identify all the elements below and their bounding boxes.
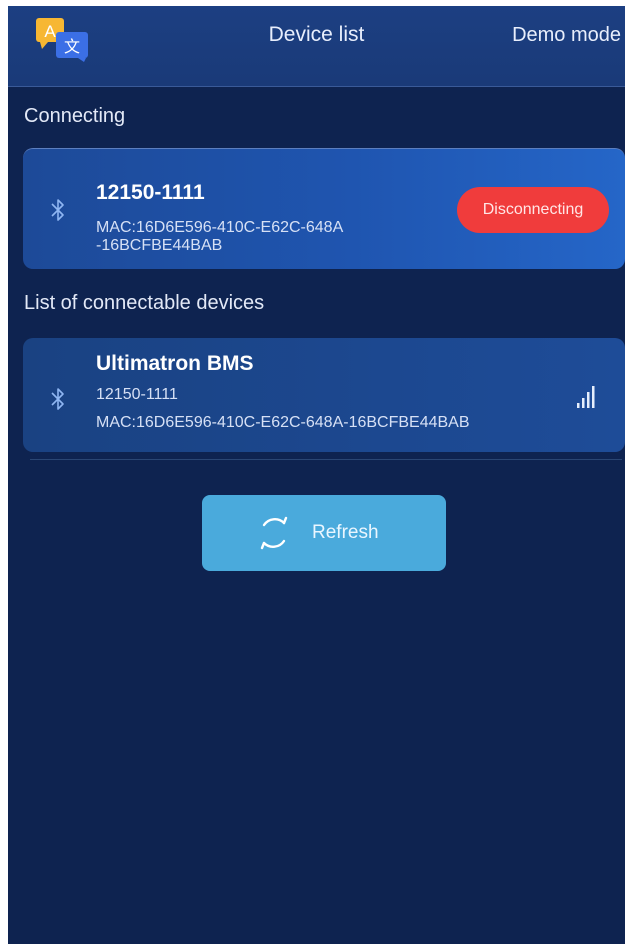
bluetooth-icon [51,199,64,221]
refresh-icon [260,516,288,550]
svg-text:文: 文 [64,37,80,56]
signal-strength-icon [577,386,595,408]
connected-device-card[interactable]: 12150-1111 MAC:16D6E596-410C-E62C-648A-1… [23,148,625,269]
bluetooth-icon [51,388,64,410]
device-mac: MAC:16D6E596-410C-E62C-648A-16BCFBE44BAB [96,414,470,431]
refresh-button[interactable]: Refresh [202,495,446,571]
device-mac: MAC:16D6E596-410C-E62C-648A-16BCFBE44BAB [96,219,344,254]
app-header: Device list A 文 Demo mode [8,6,625,87]
refresh-label: Refresh [312,522,379,543]
device-name: 12150-1111 [96,181,205,204]
connectable-device-card[interactable]: Ultimatron BMS 12150-1111 MAC:16D6E596-4… [23,338,625,452]
svg-text:A: A [44,22,56,41]
list-divider [30,459,622,460]
device-name: Ultimatron BMS [96,352,254,375]
translate-icon[interactable]: A 文 [36,18,90,62]
connecting-section-label: Connecting [24,105,126,127]
demo-mode-button[interactable]: Demo mode [512,6,621,64]
device-list-screen: Device list A 文 Demo mode Connecting 121… [8,6,625,944]
device-id: 12150-1111 [96,386,178,403]
disconnect-button[interactable]: Disconnecting [457,187,609,233]
connectable-section-label: List of connectable devices [24,292,265,314]
